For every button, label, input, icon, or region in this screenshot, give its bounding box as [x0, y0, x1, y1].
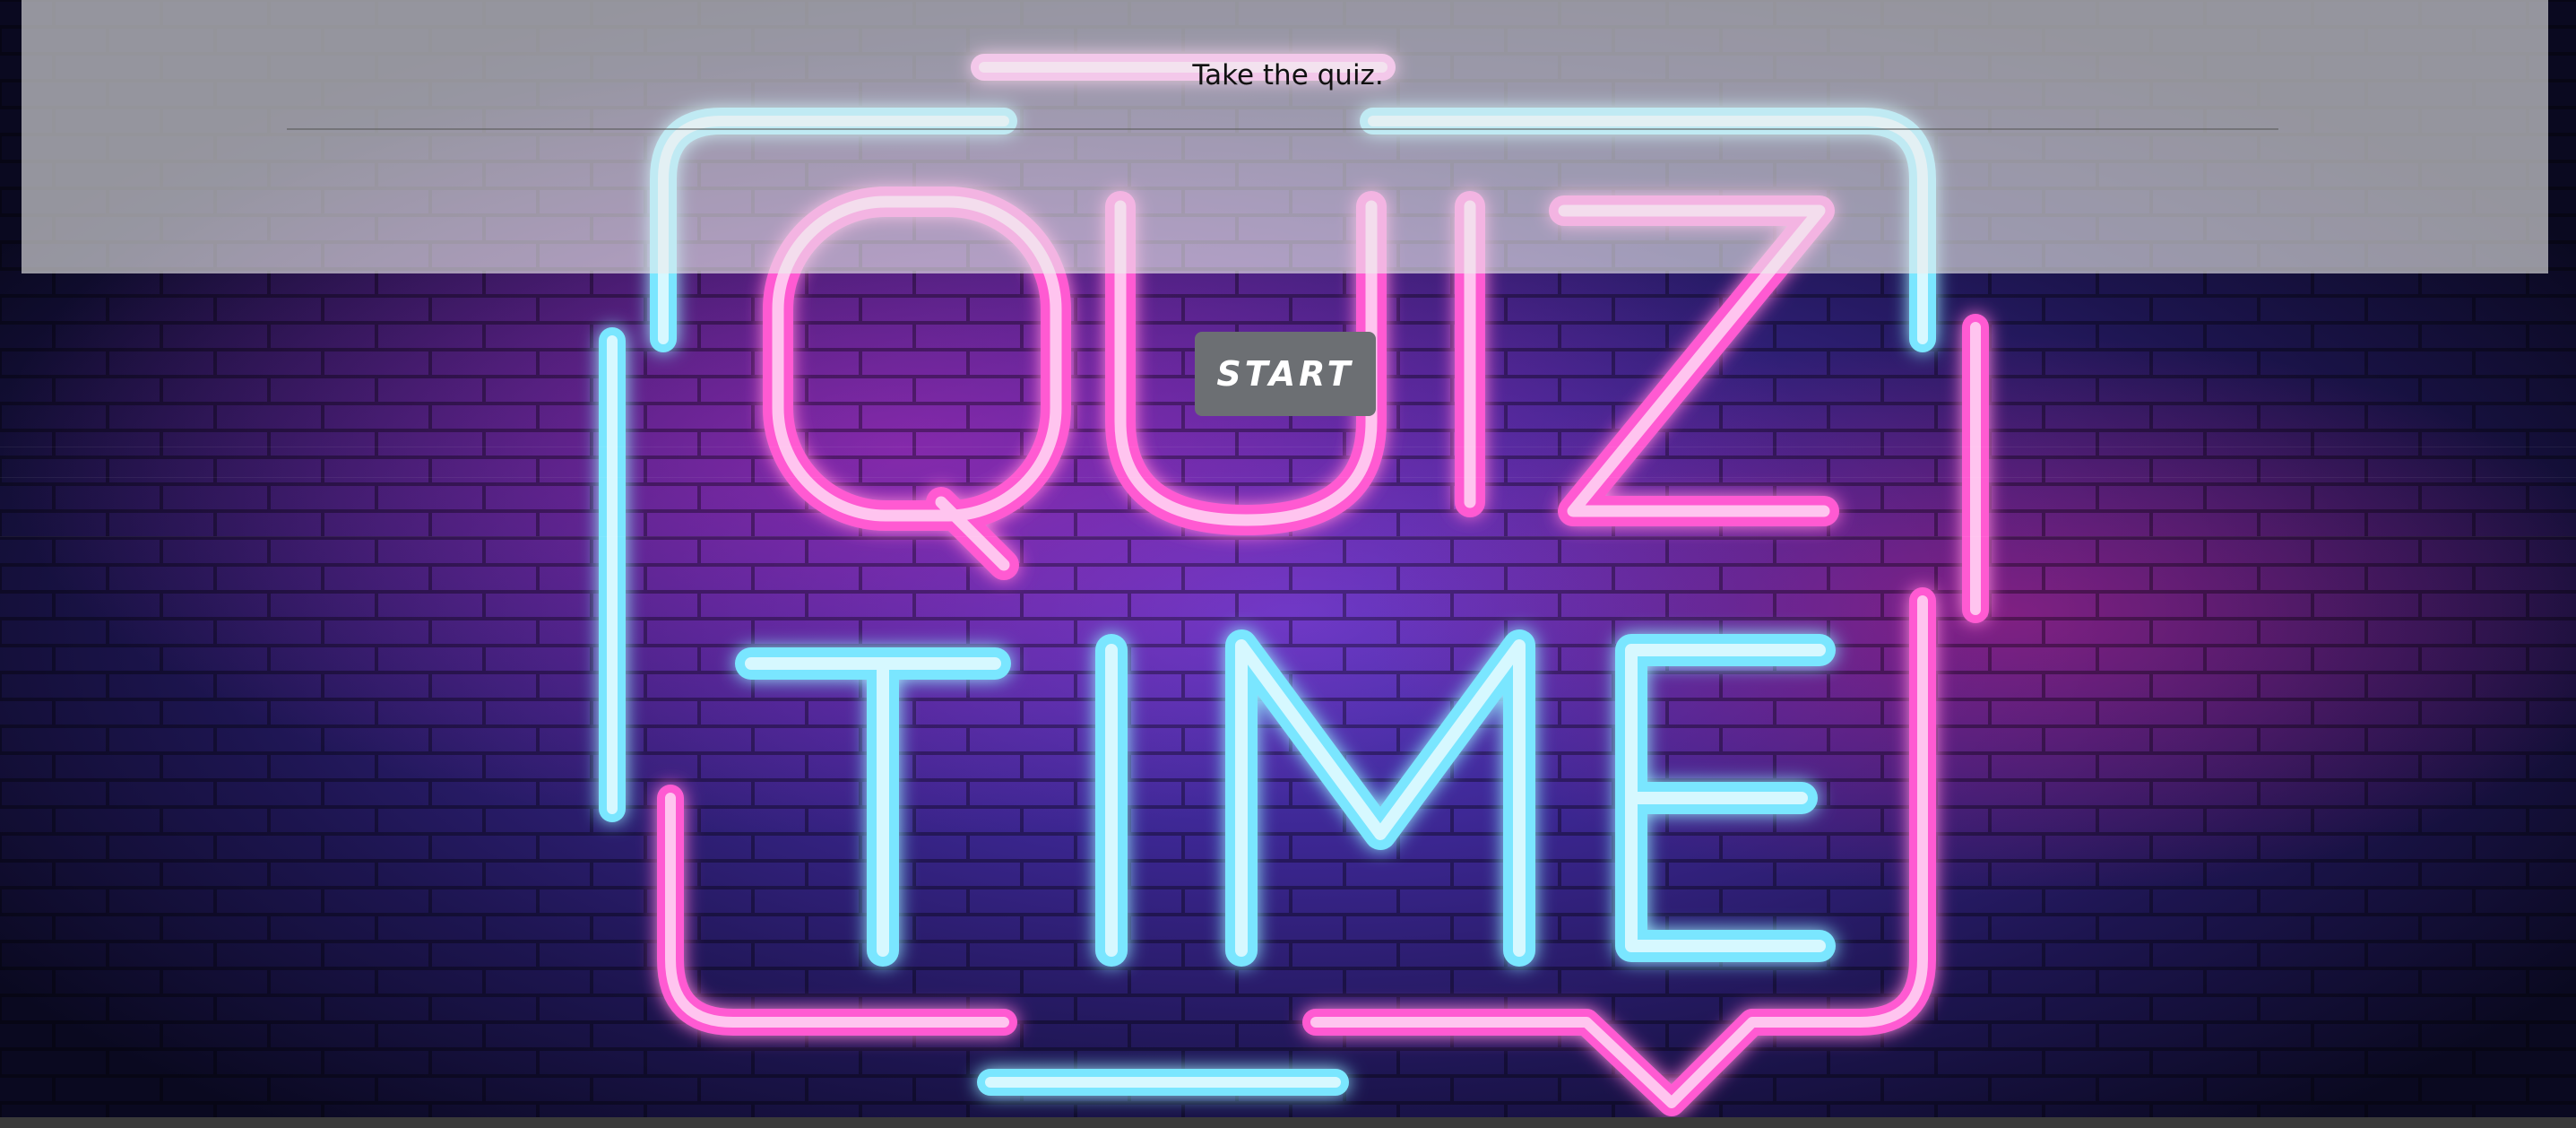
bottom-scroll-edge [0, 1117, 2576, 1128]
quiz-page: Take the quiz. START [0, 0, 2576, 1128]
header-panel [22, 0, 2548, 273]
divider-line [0, 536, 2576, 537]
divider-line [0, 477, 2576, 478]
page-title: Take the quiz. [1192, 59, 1384, 91]
header-divider [287, 128, 2278, 130]
start-button[interactable]: START [1195, 332, 1376, 416]
